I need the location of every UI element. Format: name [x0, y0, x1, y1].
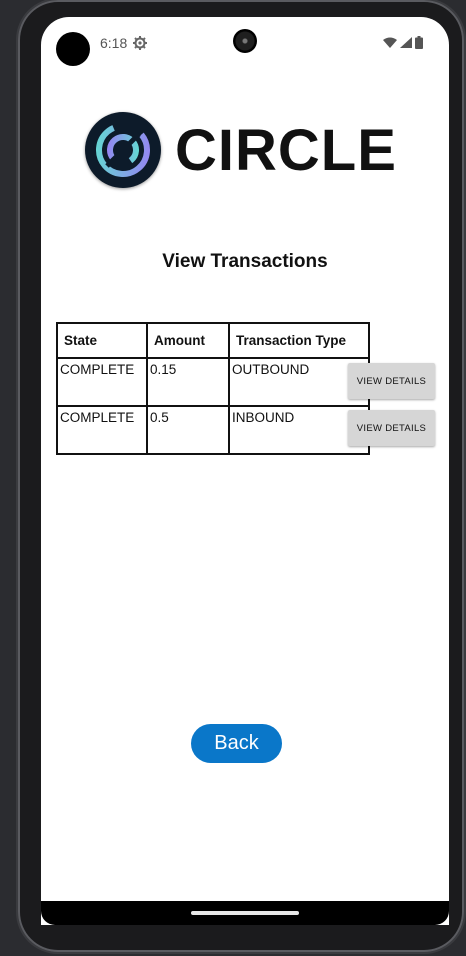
cell-state: COMPLETE — [56, 405, 148, 455]
status-icons — [383, 36, 423, 49]
circle-logo-icon — [85, 112, 161, 188]
transactions-table: State Amount Transaction Type COMPLETE 0… — [56, 322, 370, 455]
header-transaction-type: Transaction Type — [228, 322, 370, 359]
brand-header: CIRCLE — [85, 112, 397, 188]
front-camera-punch — [56, 32, 90, 66]
wifi-icon — [383, 37, 397, 48]
back-button[interactable]: Back — [191, 724, 282, 763]
header-state: State — [56, 322, 148, 359]
table-row: COMPLETE 0.15 OUTBOUND — [56, 357, 370, 407]
header-amount: Amount — [146, 322, 230, 359]
navigation-bar — [41, 901, 449, 925]
page-title: View Transactions — [162, 251, 328, 272]
cell-state: COMPLETE — [56, 357, 148, 407]
view-details-button[interactable]: VIEW DETAILS — [348, 410, 435, 446]
cell-amount: 0.5 — [146, 405, 230, 455]
status-time: 6:18 — [100, 35, 128, 51]
home-gesture-handle[interactable] — [191, 911, 299, 915]
brand-name: CIRCLE — [175, 117, 397, 183]
cell-amount: 0.15 — [146, 357, 230, 407]
camera-lens — [233, 29, 257, 53]
app-screen: 6:18 CIRCLE View Transactions State Amou… — [41, 17, 449, 925]
signal-icon — [400, 37, 412, 48]
battery-icon — [415, 36, 423, 49]
gear-icon — [133, 36, 147, 50]
view-details-button[interactable]: VIEW DETAILS — [348, 363, 435, 399]
table-header-row: State Amount Transaction Type — [56, 322, 370, 359]
table-row: COMPLETE 0.5 INBOUND — [56, 405, 370, 455]
status-bar: 6:18 — [41, 17, 449, 67]
